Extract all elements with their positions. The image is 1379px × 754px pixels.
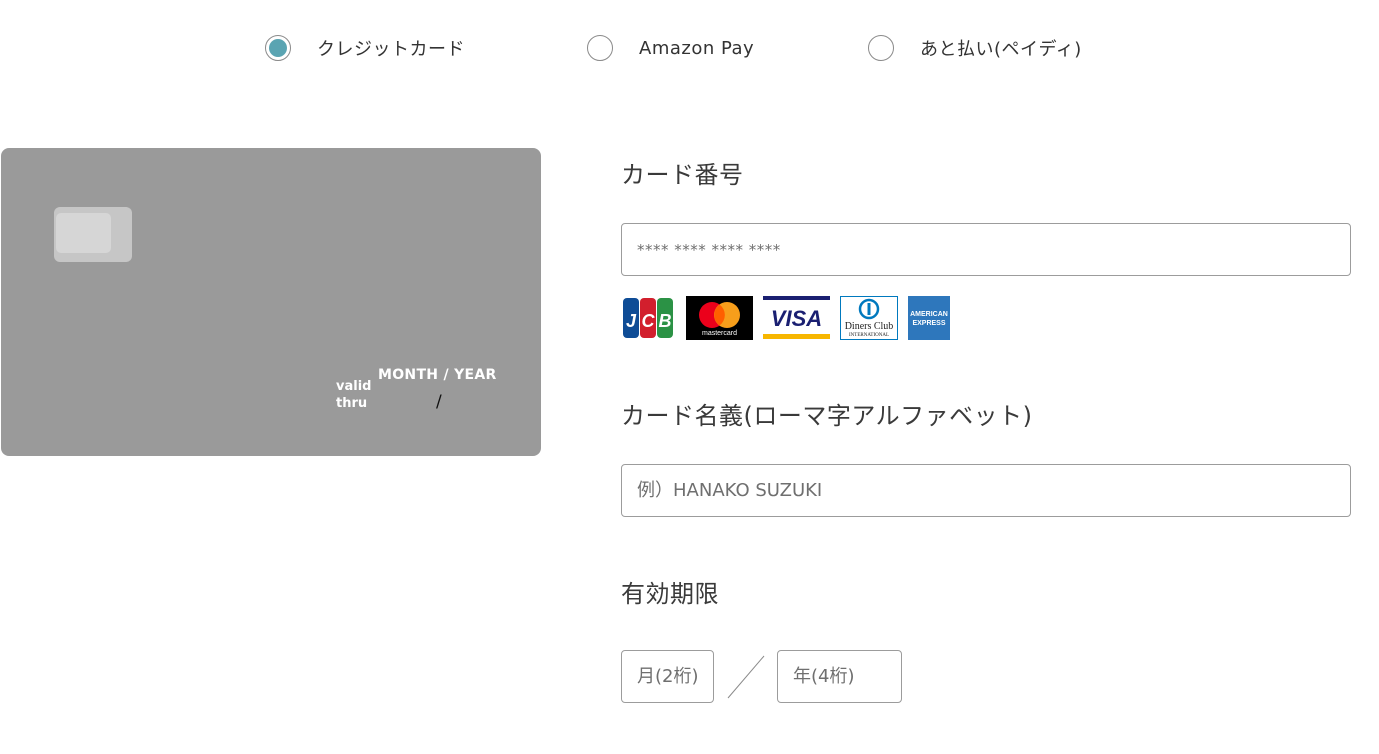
radio-dot <box>269 39 287 57</box>
diners-club-logo: Diners Club INTERNATIONAL <box>840 296 898 340</box>
radio-label-paidy: あと払い(ペイディ) <box>920 39 1082 60</box>
radio-label-credit-card: クレジットカード <box>317 39 465 60</box>
radio-option-amazon-pay[interactable]: Amazon Pay <box>587 33 754 63</box>
payment-method-selector: クレジットカード Amazon Pay あと払い(ペイディ) <box>0 33 1379 63</box>
expiry-label: 有効期限 <box>621 580 719 608</box>
radio-button-checked[interactable] <box>265 35 291 61</box>
chip-icon <box>54 207 132 262</box>
valid-thru-label: valid thru <box>336 379 372 411</box>
svg-text:VISA: VISA <box>771 306 822 331</box>
svg-text:INTERNATIONAL: INTERNATIONAL <box>849 333 889 338</box>
expiry-year-input[interactable] <box>777 650 902 703</box>
radio-button[interactable] <box>587 35 613 61</box>
radio-option-credit-card[interactable]: クレジットカード <box>265 33 465 63</box>
radio-option-paidy[interactable]: あと払い(ペイディ) <box>868 33 1082 63</box>
svg-text:C: C <box>642 311 656 331</box>
jcb-logo: J C B <box>623 298 673 338</box>
svg-text:EXPRESS: EXPRESS <box>912 320 945 327</box>
amex-logo: AMERICAN EXPRESS <box>908 296 950 340</box>
expiry-value: / <box>436 392 442 412</box>
radio-button[interactable] <box>868 35 894 61</box>
card-holder-input[interactable] <box>621 464 1351 517</box>
svg-text:B: B <box>659 311 672 331</box>
expiry-month-input[interactable] <box>621 650 714 703</box>
card-number-input[interactable] <box>621 223 1351 276</box>
card-holder-label: カード名義(ローマ字アルファベット) <box>621 402 1033 430</box>
svg-text:mastercard: mastercard <box>702 330 737 337</box>
expiry-caption: MONTH / YEAR <box>378 367 497 383</box>
mastercard-logo: mastercard <box>686 296 753 340</box>
svg-text:AMERICAN: AMERICAN <box>910 311 948 318</box>
radio-label-amazon-pay: Amazon Pay <box>639 37 755 59</box>
svg-text:Diners Club: Diners Club <box>845 321 894 332</box>
card-number-label: カード番号 <box>621 161 744 189</box>
visa-logo: VISA <box>763 296 830 340</box>
expiry-separator-line <box>727 655 765 699</box>
svg-text:J: J <box>626 311 637 331</box>
card-preview: valid thru MONTH / YEAR / <box>1 148 541 456</box>
